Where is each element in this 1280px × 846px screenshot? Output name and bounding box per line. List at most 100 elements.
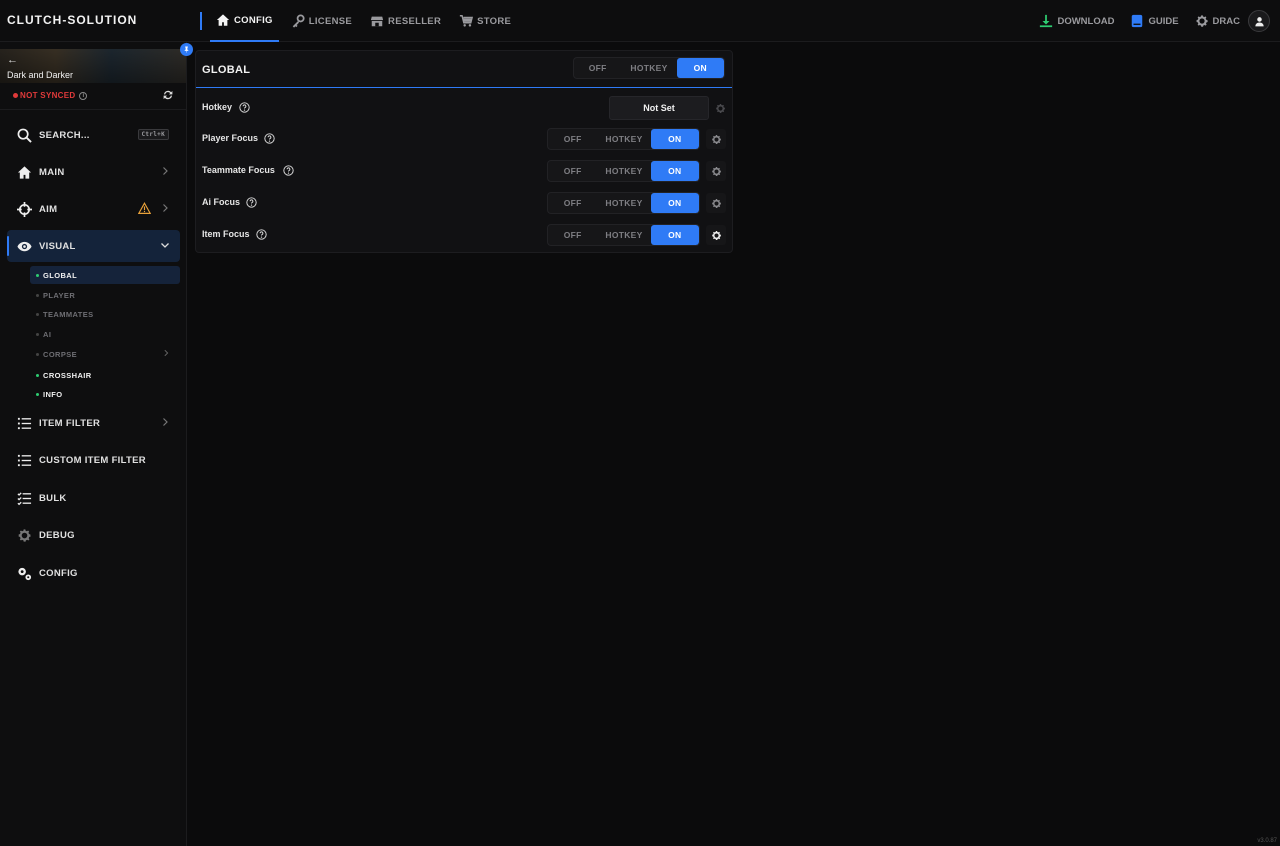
sub-item-crosshair-label: CROSSHAIR (43, 370, 92, 380)
player-focus-toggle: OFF HOTKEY ON (547, 128, 700, 150)
sub-item-teammates[interactable]: TEAMMATES (30, 305, 180, 323)
sidebar-item-config-label: CONFIG (39, 567, 78, 579)
toggle-on-option[interactable]: ON (650, 193, 699, 213)
user-name-label: DRAC (1212, 15, 1240, 27)
status-dot (36, 392, 39, 396)
toggle-hotkey-option[interactable]: HOTKEY (597, 193, 650, 213)
gear-icon (711, 134, 721, 144)
user-settings-link[interactable]: DRAC (1195, 14, 1240, 28)
sub-item-info-label: INFO (43, 389, 63, 399)
nav-store[interactable]: STORE (453, 0, 517, 42)
book-icon (1132, 14, 1143, 28)
version-label: v3.0.87 (1257, 838, 1277, 844)
teammate-focus-row: Teammate Focus OFF HOTKEY ON (202, 159, 728, 183)
sidebar-item-main[interactable]: MAIN (7, 156, 180, 188)
user-icon (1254, 16, 1264, 26)
gear-icon (711, 198, 721, 208)
gear-icon (711, 230, 721, 240)
sidebar-item-debug-label: DEBUG (39, 529, 75, 541)
download-icon (1040, 14, 1053, 28)
teammate-focus-toggle: OFF HOTKEY ON (547, 160, 700, 182)
gear-icon (715, 103, 725, 113)
brand-logo: CLUTCH-SOLUTION (7, 13, 138, 27)
help-icon[interactable] (246, 197, 257, 208)
sidebar-item-item-filter-label: ITEM FILTER (39, 417, 101, 429)
player-focus-row: Player Focus OFF HOTKEY ON (202, 127, 728, 151)
status-dot (36, 293, 39, 297)
row-label: Hotkey (202, 102, 233, 112)
sidebar-item-config[interactable]: CONFIG (7, 557, 180, 589)
toggle-hotkey-option[interactable]: HOTKEY (597, 161, 650, 181)
sidebar-item-aim-label: AIM (39, 203, 58, 215)
gear-icon (18, 528, 31, 542)
gears-icon (18, 567, 32, 580)
sub-item-global[interactable]: GLOBAL (30, 266, 180, 284)
teammate-focus-settings-button[interactable] (706, 161, 726, 181)
toggle-on-option[interactable]: ON (650, 129, 699, 149)
sub-item-corpse[interactable]: CORPSE (30, 345, 180, 363)
sidebar-item-main-label: MAIN (39, 166, 65, 178)
download-link[interactable]: DOWNLOAD (1039, 14, 1114, 28)
nav-reseller[interactable]: RESELLER (364, 0, 447, 42)
toggle-on-option[interactable]: ON (676, 58, 724, 78)
help-icon[interactable] (283, 165, 294, 176)
avatar[interactable] (1248, 10, 1270, 32)
status-dot (36, 352, 39, 356)
toggle-off-option[interactable]: OFF (548, 193, 597, 213)
sidebar-item-item-filter[interactable]: ITEM FILTER (7, 407, 180, 439)
chevron-right-icon (164, 349, 169, 357)
sub-item-ai-label: AI (43, 329, 52, 339)
nav-license[interactable]: LICENSE (285, 0, 358, 42)
hotkey-settings-button[interactable] (710, 98, 730, 118)
pin-icon[interactable] (180, 43, 193, 56)
player-focus-settings-button[interactable] (706, 129, 726, 149)
game-banner[interactable]: ← Dark and Darker (0, 49, 186, 83)
list-icon (17, 417, 32, 429)
sub-item-player-label: PLAYER (43, 290, 76, 300)
toggle-off-option[interactable]: OFF (548, 161, 597, 181)
sidebar-item-debug[interactable]: DEBUG (7, 519, 180, 551)
sub-item-player[interactable]: PLAYER (30, 286, 180, 304)
sidebar-search[interactable]: SEARCH... Ctrl+K (7, 119, 180, 151)
chevron-right-icon (163, 167, 168, 175)
toggle-on-option[interactable]: ON (650, 161, 699, 181)
gear-icon (1196, 15, 1208, 27)
sub-item-info[interactable]: INFO (30, 385, 180, 403)
sidebar-item-bulk[interactable]: BULK (7, 482, 180, 514)
guide-label: GUIDE (1148, 15, 1179, 27)
home-icon (216, 14, 230, 26)
toggle-hotkey-option[interactable]: HOTKEY (597, 225, 650, 245)
nav-store-label: STORE (477, 15, 512, 27)
ai-focus-toggle: OFF HOTKEY ON (547, 192, 700, 214)
toggle-off-option[interactable]: OFF (548, 129, 597, 149)
sidebar-item-visual[interactable]: VISUAL (7, 230, 180, 262)
help-icon[interactable] (256, 229, 267, 240)
toggle-off-option[interactable]: OFF (574, 58, 621, 78)
crosshair-icon (17, 201, 32, 217)
guide-link[interactable]: GUIDE (1130, 14, 1179, 28)
sidebar-item-aim[interactable]: AIM (7, 193, 180, 225)
refresh-icon[interactable] (163, 90, 173, 100)
toggle-hotkey-option[interactable]: HOTKEY (597, 129, 650, 149)
row-label: Ai Focus (202, 197, 241, 207)
back-arrow-icon[interactable]: ← (7, 54, 18, 66)
item-focus-toggle: OFF HOTKEY ON (547, 224, 700, 246)
status-dot (36, 332, 39, 336)
nav-config[interactable]: CONFIG (210, 0, 279, 42)
item-focus-settings-button[interactable] (706, 225, 726, 245)
help-icon[interactable] (239, 102, 250, 113)
ai-focus-settings-button[interactable] (706, 193, 726, 213)
hotkey-binding-button[interactable]: Not Set (609, 96, 709, 120)
nav-separator (200, 12, 202, 30)
sync-status-label: NOT SYNCED (20, 91, 76, 100)
sub-item-crosshair[interactable]: CROSSHAIR (30, 366, 180, 384)
toggle-off-option[interactable]: OFF (548, 225, 597, 245)
info-icon[interactable]: i (79, 91, 88, 100)
sidebar-item-custom-item-filter[interactable]: CUSTOM ITEM FILTER (7, 444, 180, 476)
sidebar-item-custom-item-filter-label: CUSTOM ITEM FILTER (39, 454, 146, 466)
sub-item-ai[interactable]: AI (30, 325, 180, 343)
sidebar-divider (0, 109, 186, 110)
toggle-hotkey-option[interactable]: HOTKEY (621, 58, 676, 78)
toggle-on-option[interactable]: ON (650, 225, 699, 245)
help-icon[interactable] (264, 133, 275, 144)
